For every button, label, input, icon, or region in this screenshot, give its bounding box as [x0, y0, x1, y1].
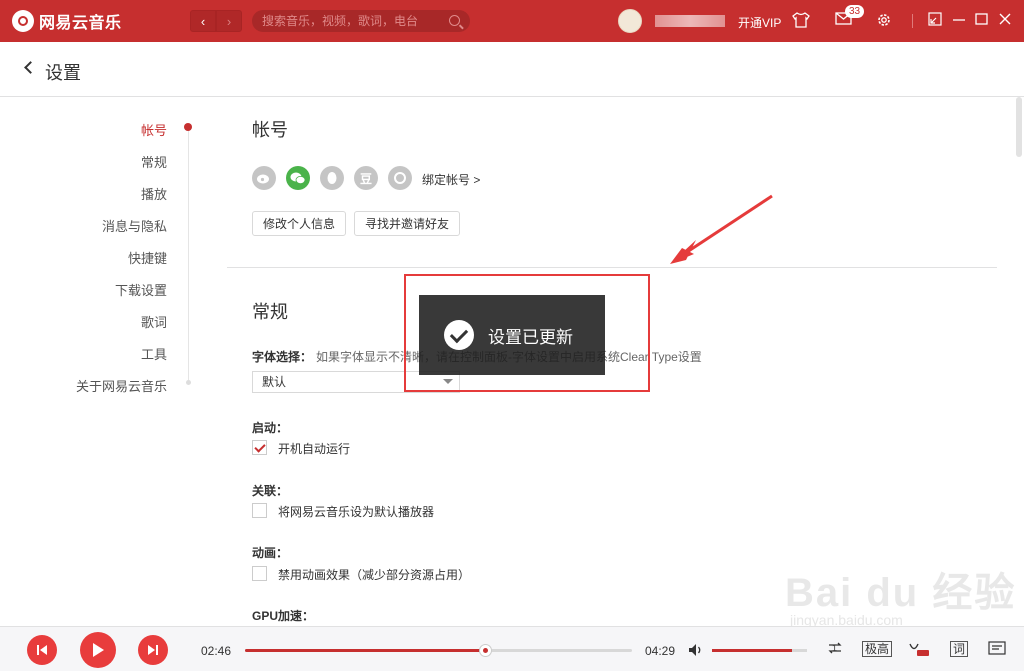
netease-logo-icon — [12, 10, 34, 32]
progress-fill — [245, 649, 485, 652]
current-time: 02:46 — [201, 644, 232, 658]
loop-mode-label: 1 — [832, 643, 838, 653]
sidebar-item-account[interactable]: 帐号 — [141, 120, 167, 139]
progress-slider[interactable] — [245, 644, 632, 657]
sidebar-end-dot — [186, 380, 191, 385]
bind-account-link[interactable]: 绑定帐号 > — [422, 171, 480, 188]
title-bar: 网易云音乐 ‹ › 搜索音乐，视频，歌词，电台 开通VIP 33 — [0, 0, 1024, 42]
animation-label: 动画： — [252, 546, 289, 560]
avatar[interactable] — [618, 9, 642, 33]
search-input[interactable]: 搜索音乐，视频，歌词，电台 — [252, 10, 470, 32]
page-title: 设置 — [45, 63, 81, 83]
play-icon — [93, 643, 104, 657]
message-count-badge: 33 — [845, 5, 865, 18]
annotation-highlight-box — [404, 274, 650, 392]
annotation-arrow-icon — [670, 194, 773, 264]
edit-profile-button[interactable]: 修改个人信息 — [252, 211, 346, 236]
general-section-title: 常规 — [252, 302, 288, 322]
gpu-label: GPU加速： — [252, 609, 315, 623]
sidebar-active-dot — [184, 123, 192, 131]
volume-icon[interactable] — [688, 643, 704, 657]
invite-friends-button[interactable]: 寻找并邀请好友 — [354, 211, 460, 236]
skip-forward-icon — [148, 645, 158, 655]
play-button[interactable] — [80, 632, 116, 668]
username-blurred[interactable] — [655, 15, 725, 27]
sidebar-item-playback[interactable]: 播放 — [141, 184, 167, 203]
titlebar-divider — [912, 14, 913, 28]
font-label: 字体选择： — [252, 350, 313, 364]
default-player-option-label[interactable]: 将网易云音乐设为默认播放器 — [278, 503, 434, 520]
page-header: 设置 — [0, 42, 1024, 97]
minimize-icon[interactable] — [952, 12, 966, 31]
back-chevron-icon[interactable] — [24, 61, 37, 74]
search-icon[interactable] — [449, 15, 460, 26]
scrollbar-thumb[interactable] — [1016, 97, 1022, 157]
search-placeholder: 搜索音乐，视频，歌词，电台 — [262, 14, 419, 28]
startup-option-label[interactable]: 开机自动运行 — [278, 440, 350, 457]
sidebar-item-about[interactable]: 关于网易云音乐 — [76, 376, 167, 395]
total-time: 04:29 — [645, 644, 676, 658]
sidebar-item-tools[interactable]: 工具 — [141, 344, 167, 363]
player-bar: 02:46 04:29 1 极高 词 — [0, 626, 1024, 671]
quality-button[interactable]: 极高 — [862, 641, 893, 657]
disable-animation-option-label[interactable]: 禁用动画效果（减少部分资源占用） — [278, 566, 470, 583]
app-logo[interactable]: 网易云音乐 — [12, 9, 122, 33]
playlist-icon[interactable] — [988, 641, 1006, 660]
sound-effect-icon[interactable] — [908, 641, 930, 660]
sidebar-track-line — [188, 130, 189, 382]
netease-icon[interactable] — [388, 166, 412, 190]
startup-label: 启动： — [252, 421, 289, 435]
font-select-value: 默认 — [262, 375, 287, 389]
back-nav-button[interactable]: ‹ — [190, 10, 216, 32]
mini-mode-icon[interactable] — [928, 12, 942, 31]
app-title: 网易云音乐 — [39, 15, 122, 32]
lyrics-button[interactable]: 词 — [950, 641, 969, 657]
next-track-button[interactable] — [138, 635, 168, 665]
settings-gear-icon[interactable] — [876, 12, 892, 33]
sidebar-item-shortcuts[interactable]: 快捷键 — [128, 248, 167, 267]
sidebar-item-lyrics[interactable]: 歌词 — [141, 312, 167, 331]
volume-fill — [712, 649, 792, 652]
vip-link[interactable]: 开通VIP — [738, 14, 781, 31]
wechat-icon[interactable] — [286, 166, 310, 190]
default-player-checkbox[interactable] — [252, 503, 267, 518]
weibo-icon[interactable] — [252, 166, 276, 190]
previous-track-button[interactable] — [27, 635, 57, 665]
sidebar-item-download[interactable]: 下载设置 — [115, 280, 167, 299]
skin-icon[interactable] — [792, 12, 810, 33]
volume-slider[interactable] — [712, 649, 807, 652]
section-divider — [227, 267, 997, 268]
progress-knob[interactable] — [478, 644, 492, 657]
baidu-watermark: Bai du 经验 — [785, 571, 1017, 615]
association-label: 关联： — [252, 484, 289, 498]
douban-icon[interactable]: 豆 — [354, 166, 378, 190]
maximize-icon[interactable] — [975, 12, 989, 31]
disable-animation-checkbox[interactable] — [252, 566, 267, 581]
qq-icon[interactable] — [320, 166, 344, 190]
close-icon[interactable] — [998, 12, 1012, 31]
forward-nav-button[interactable]: › — [216, 10, 242, 32]
skip-back-icon — [37, 645, 47, 655]
account-section-title: 帐号 — [252, 120, 288, 140]
sidebar-item-privacy[interactable]: 消息与隐私 — [102, 216, 167, 235]
sidebar-item-general[interactable]: 常规 — [141, 152, 167, 171]
startup-checkbox[interactable] — [252, 440, 267, 455]
